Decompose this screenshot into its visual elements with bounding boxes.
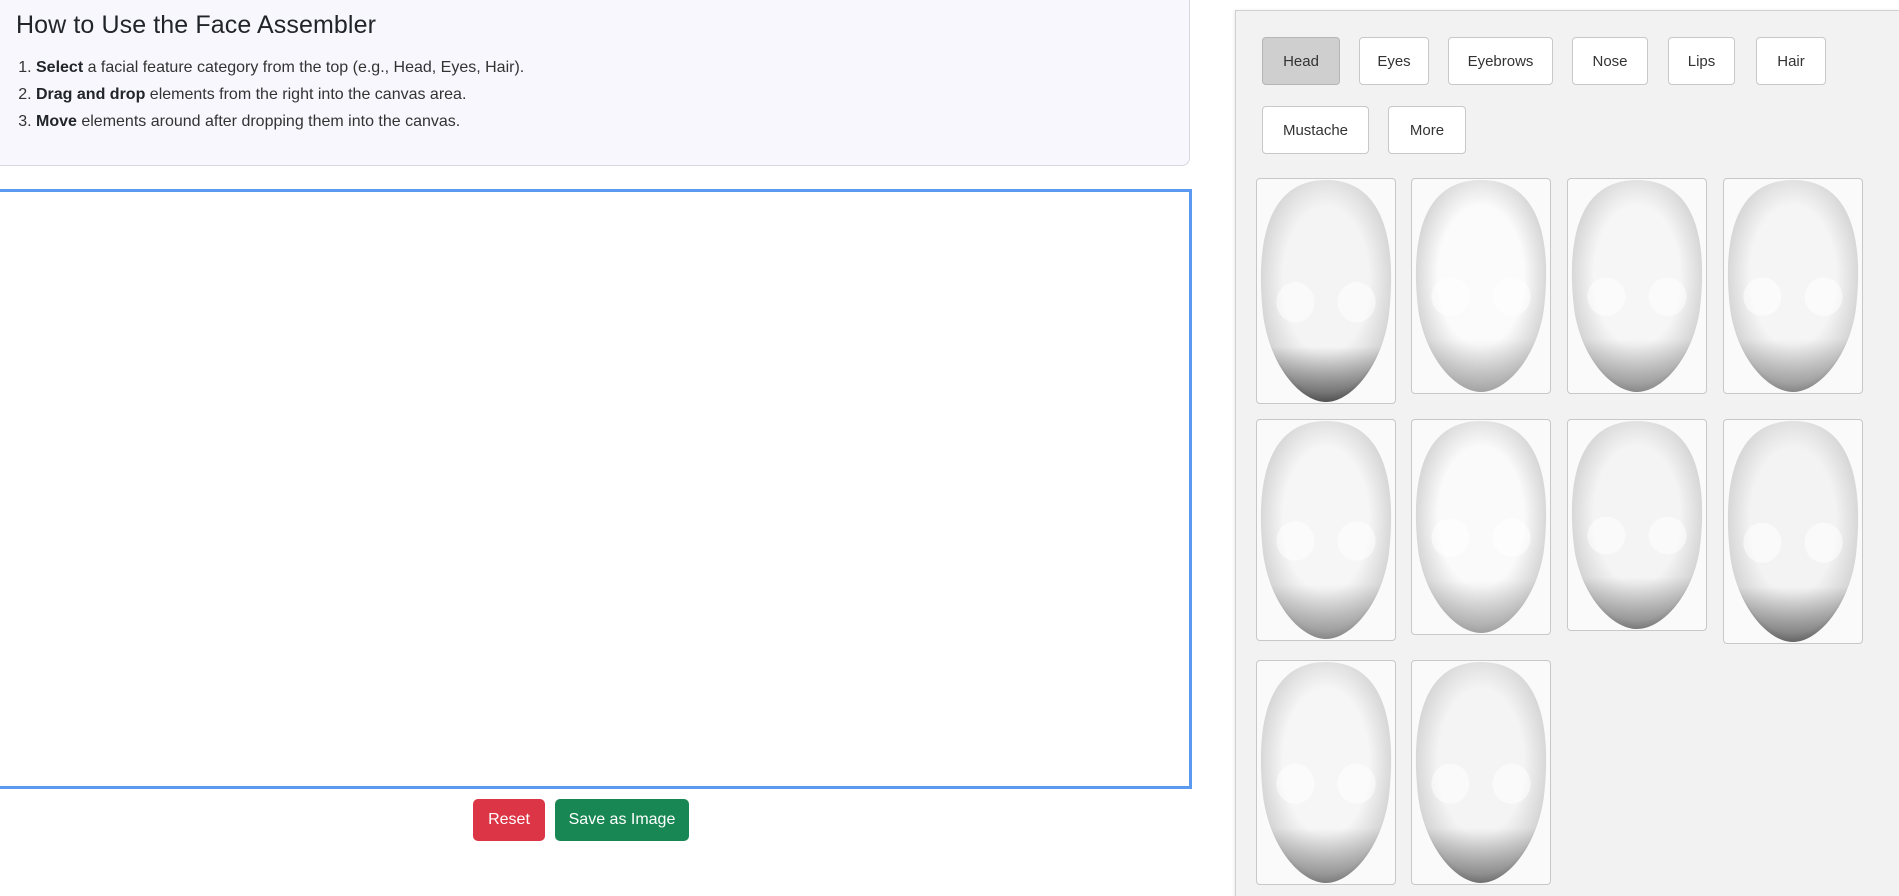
cheek-highlight [1804,522,1843,563]
instruction-step-text: elements around after dropping them into… [76,113,461,130]
cheek-highlight [1492,518,1531,557]
head-shape-icon [1727,421,1859,642]
cheek-highlight [1337,521,1376,561]
cheek-highlight [1743,522,1782,563]
head-element-thumbnail[interactable] [1723,178,1863,394]
cheek-highlight [1587,277,1626,316]
face-assembler-page: How to Use the Face Assembler Select a f… [0,0,1899,896]
head-shape-icon [1415,662,1547,883]
cheek-highlight [1492,277,1531,316]
face-canvas-dropzone[interactable] [0,189,1192,789]
cheek-highlight [1492,763,1531,804]
head-shape-icon [1727,180,1859,392]
cheek-highlight [1648,277,1687,316]
tab-lips[interactable]: Lips [1668,37,1735,85]
cheek-highlight [1276,282,1315,323]
tab-eyes[interactable]: Eyes [1359,37,1429,85]
instructions-title: How to Use the Face Assembler [16,11,376,39]
cheek-highlight [1431,518,1470,557]
head-element-thumbnail[interactable] [1411,178,1551,394]
head-element-thumbnail[interactable] [1256,178,1396,404]
cheek-highlight [1648,516,1687,555]
tab-more[interactable]: More [1388,106,1466,154]
head-shape-icon [1260,421,1392,639]
head-element-thumbnail[interactable] [1256,419,1396,641]
head-shape-icon [1415,180,1547,392]
tab-nose[interactable]: Nose [1572,37,1648,85]
reset-button[interactable]: Reset [473,799,545,841]
cheek-highlight [1804,277,1843,316]
cheek-highlight [1587,516,1626,555]
instruction-step-text: a facial feature category from the top (… [83,59,525,76]
cheek-highlight [1431,277,1470,316]
instruction-step-text: elements from the right into the canvas … [145,86,467,103]
instruction-step-keyword: Select [36,59,84,76]
cheek-highlight [1276,763,1315,804]
head-element-thumbnail[interactable] [1256,660,1396,885]
instructions-panel: How to Use the Face Assembler Select a f… [0,0,1190,166]
save-as-image-button[interactable]: Save as Image [555,799,689,841]
head-shape-icon [1260,662,1392,883]
instruction-step: Drag and drop elements from the right in… [36,81,1172,108]
head-shape-icon [1260,180,1392,402]
head-element-thumbnail[interactable] [1567,178,1707,394]
head-shape-icon [1571,180,1703,392]
tab-eyebrows[interactable]: Eyebrows [1448,37,1553,85]
tab-mustache[interactable]: Mustache [1262,106,1369,154]
instructions-list: Select a facial feature category from th… [16,54,1172,135]
head-shape-icon [1415,421,1547,633]
head-element-thumbnail[interactable] [1411,660,1551,885]
cheek-highlight [1431,763,1470,804]
instruction-step: Select a facial feature category from th… [36,54,1172,81]
head-element-thumbnail[interactable] [1411,419,1551,635]
head-shape-icon [1571,421,1703,629]
tab-head[interactable]: Head [1262,37,1340,85]
instruction-step-keyword: Drag and drop [36,86,146,103]
instruction-step-keyword: Move [36,113,77,130]
tab-hair[interactable]: Hair [1756,37,1826,85]
cheek-highlight [1276,521,1315,561]
head-element-thumbnail[interactable] [1567,419,1707,631]
head-element-thumbnail[interactable] [1723,419,1863,644]
feature-palette-panel: Head Eyes Eyebrows Nose Lips Hair Mustac… [1235,10,1899,896]
cheek-highlight [1337,763,1376,804]
cheek-highlight [1337,282,1376,323]
instruction-step: Move elements around after dropping them… [36,108,1172,135]
cheek-highlight [1743,277,1782,316]
